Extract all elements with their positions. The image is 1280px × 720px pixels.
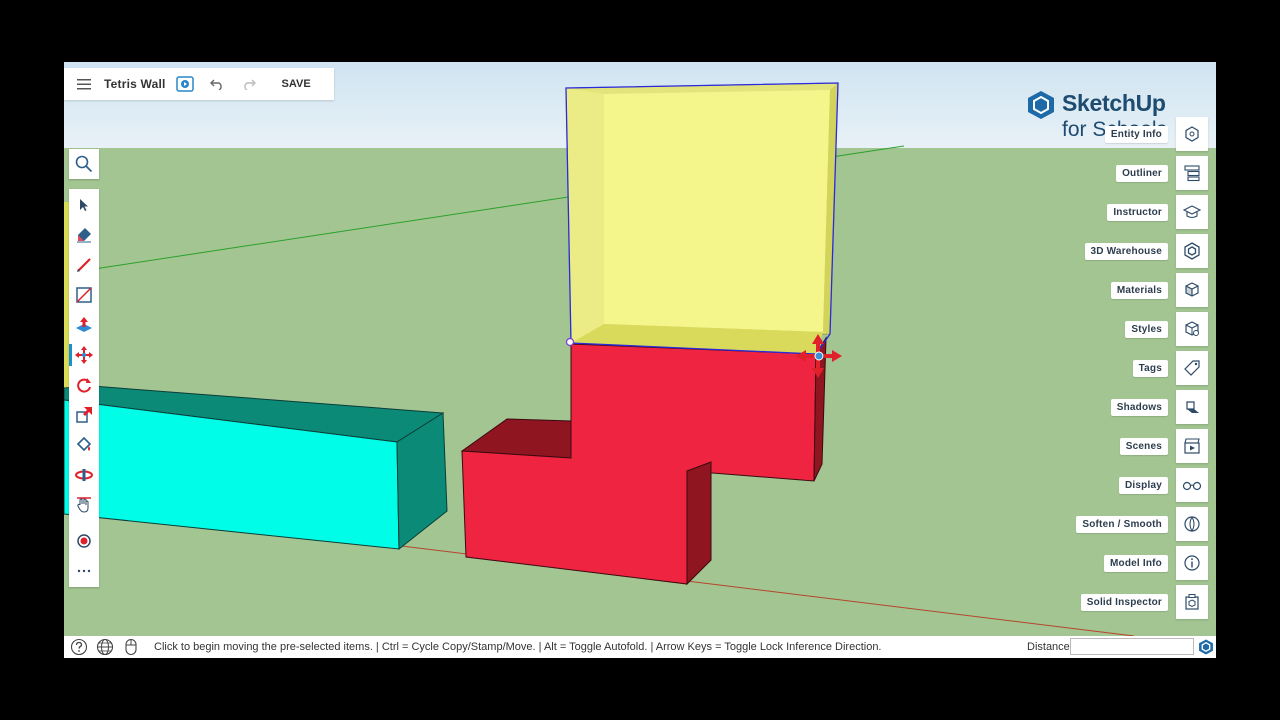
soften-smooth-icon[interactable] [1176,507,1208,541]
present-icon[interactable] [174,73,196,95]
panel-model-info[interactable]: Model Info [1104,546,1208,580]
eraser-icon [77,228,91,243]
scenes-icon[interactable] [1176,429,1208,463]
top-bar: Tetris Wall SAVE [64,68,334,100]
brand-name: SketchUp [1062,90,1166,116]
red-block[interactable] [460,336,827,586]
select-tool[interactable] [69,191,99,219]
panel-label[interactable]: Instructor [1107,203,1168,221]
push-pull-tool[interactable] [69,311,99,339]
panel-soften-smooth[interactable]: Soften / Smooth [1076,507,1208,541]
panel-label[interactable]: Entity Info [1104,125,1168,143]
search-tool-button[interactable] [69,149,99,179]
panel-entity-info[interactable]: Entity Info [1104,117,1208,151]
panel-label[interactable]: Materials [1110,281,1168,299]
move-icon [75,346,93,364]
panel-label[interactable]: Styles [1125,320,1168,338]
model-scene[interactable] [64,62,1216,636]
save-button[interactable]: SAVE [282,78,311,90]
pan-tool[interactable] [69,491,99,519]
panel-outliner[interactable]: Outliner [1116,156,1208,190]
orbit-icon [75,469,93,481]
panel-label[interactable]: Soften / Smooth [1076,515,1168,533]
distance-label: Distance [1027,641,1070,653]
tags-icon[interactable] [1176,351,1208,385]
scale-tool[interactable] [69,401,99,429]
sketchup-app: Tetris Wall SAVE SketchUp for Schools [64,62,1216,658]
eraser-tool[interactable] [69,221,99,249]
shadows-icon[interactable] [1176,390,1208,424]
pan-hand-icon [77,497,91,513]
entity-info-icon[interactable] [1176,117,1208,151]
display-glasses-icon[interactable] [1176,468,1208,502]
panel-3d-warehouse[interactable]: 3D Warehouse [1084,234,1208,268]
status-bar: Click to begin moving the pre-selected i… [64,636,1216,658]
more-tools-button[interactable] [69,557,99,585]
panel-shadows[interactable]: Shadows [1110,390,1208,424]
hamburger-menu-icon[interactable] [73,73,95,95]
snap-point [565,337,575,347]
panel-label[interactable]: Model Info [1104,554,1168,572]
position-camera-tool[interactable] [69,527,99,555]
globe-icon[interactable] [94,636,116,658]
mouse-icon[interactable] [120,636,142,658]
panel-label[interactable]: Solid Inspector [1080,593,1168,611]
search-icon [75,155,93,173]
panel-scenes[interactable]: Scenes [1119,429,1208,463]
position-camera-icon [77,534,91,548]
panel-solid-inspector[interactable]: Solid Inspector [1080,585,1208,619]
rotate-tool[interactable] [69,371,99,399]
pencil-tool[interactable] [69,251,99,279]
undo-icon[interactable] [206,73,228,95]
rectangle-icon [76,287,92,303]
materials-icon[interactable] [1176,273,1208,307]
panel-display[interactable]: Display [1119,468,1208,502]
cyan-block[interactable] [64,385,448,551]
solid-inspector-icon[interactable] [1176,585,1208,619]
status-message: Click to begin moving the pre-selected i… [154,641,882,653]
3d-viewport[interactable]: Tetris Wall SAVE SketchUp for Schools [64,62,1216,636]
panel-label[interactable]: Shadows [1110,398,1168,416]
panel-label[interactable]: Scenes [1119,437,1168,455]
redo-icon[interactable] [238,73,260,95]
push-pull-icon [76,317,92,332]
paint-bucket-icon [76,436,92,452]
orbit-tool[interactable] [69,461,99,489]
panel-instructor[interactable]: Instructor [1107,195,1208,229]
help-icon[interactable] [68,636,90,658]
panel-label[interactable]: Display [1119,476,1168,494]
paint-bucket-tool[interactable] [69,431,99,459]
sketchup-logo-icon [1028,91,1054,119]
move-tool[interactable] [69,341,99,369]
panel-materials[interactable]: Materials [1110,273,1208,307]
rectangle-tool[interactable] [69,281,99,309]
panel-label[interactable]: 3D Warehouse [1084,242,1168,260]
model-info-icon[interactable] [1176,546,1208,580]
left-toolbar [69,189,99,587]
yellow-selected-cube[interactable] [565,82,839,355]
instructor-icon[interactable] [1176,195,1208,229]
distance-input[interactable] [1070,638,1194,655]
panel-label[interactable]: Tags [1132,359,1168,377]
outliner-icon[interactable] [1176,156,1208,190]
model-title[interactable]: Tetris Wall [104,77,166,91]
rotate-icon [77,378,91,393]
pencil-icon [77,258,91,272]
warehouse-icon[interactable] [1176,234,1208,268]
panel-tags[interactable]: Tags [1132,351,1208,385]
select-arrow-icon [80,199,88,211]
more-dots-icon [77,569,91,573]
styles-icon[interactable] [1176,312,1208,346]
scale-icon [76,407,92,423]
panel-styles[interactable]: Styles [1125,312,1208,346]
sketchup-logo-icon [1198,639,1214,658]
panel-label[interactable]: Outliner [1116,164,1168,182]
